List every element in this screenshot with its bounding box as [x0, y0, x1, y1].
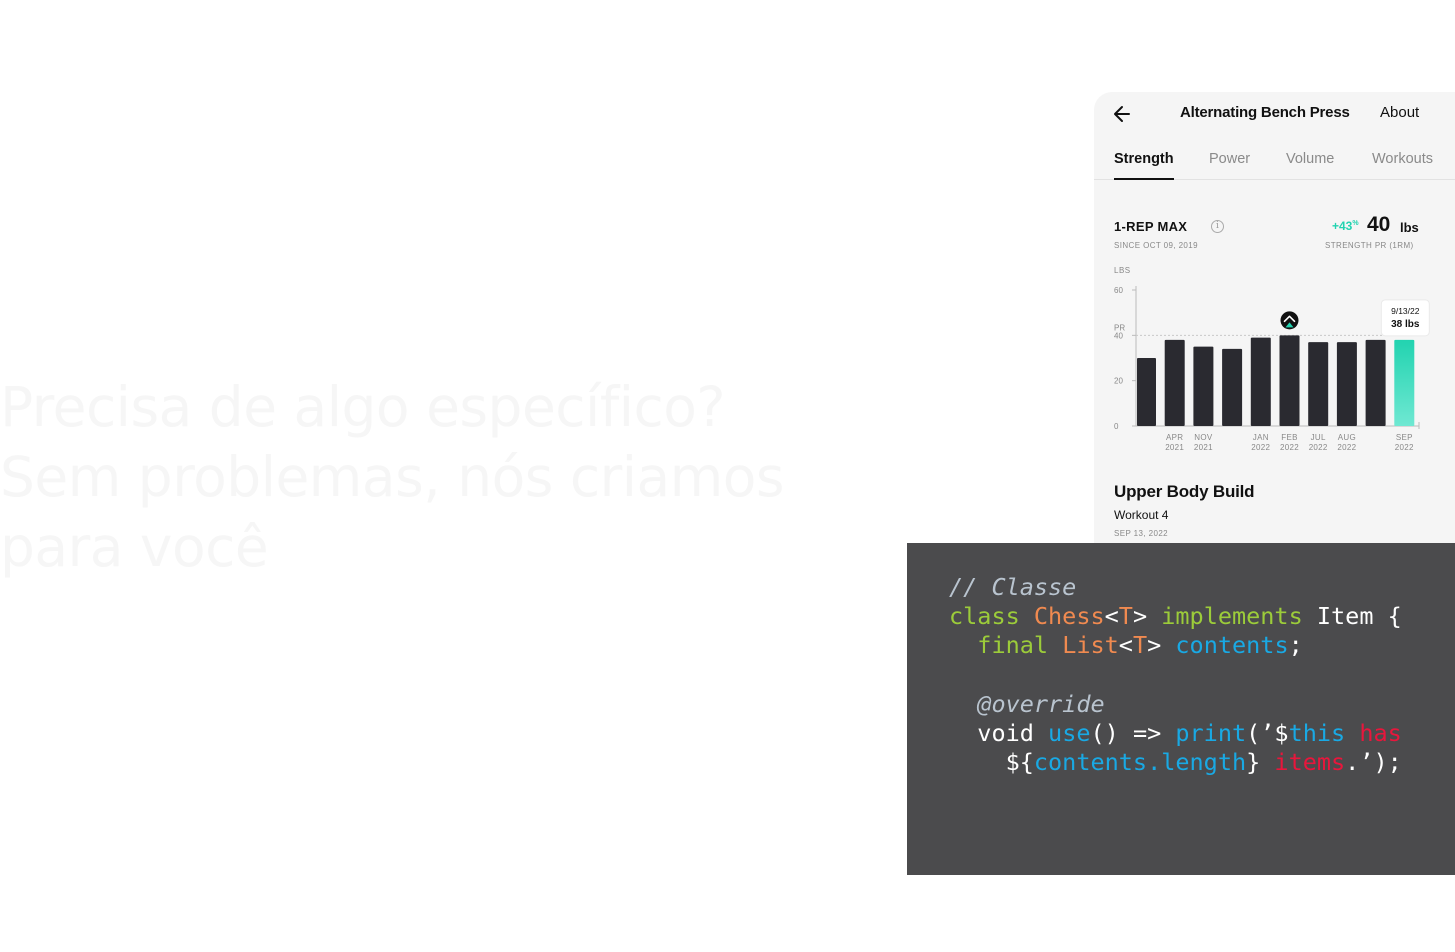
x-tick-month: JUL: [1311, 433, 1326, 442]
app-header: Alternating Bench Press About: [1094, 92, 1455, 136]
y-tick-label: 40: [1114, 331, 1123, 340]
x-tick-year: 2022: [1251, 443, 1270, 452]
about-link[interactable]: About: [1380, 104, 1419, 121]
code-line: void use() => print(’$this has: [949, 719, 1402, 748]
chart-bar: [1193, 346, 1214, 426]
hero-headline: Precisa de algo específico? Sem problema…: [0, 372, 860, 582]
x-tick-month: APR: [1166, 433, 1183, 442]
code-line: ${contents.length} items.’);: [949, 748, 1402, 777]
strength-pr-label: STRENGTH PR (1RM): [1325, 241, 1414, 250]
x-tick-year: 2021: [1165, 443, 1184, 452]
x-tick-month: FEB: [1281, 433, 1297, 442]
chart-bar: [1279, 335, 1300, 426]
tooltip-date: 9/13/22: [1391, 306, 1420, 316]
chart-bar: [1164, 339, 1185, 426]
chart-bar: [1308, 342, 1329, 426]
x-tick-month: SEP: [1396, 433, 1413, 442]
tab-strength[interactable]: Strength: [1114, 151, 1174, 167]
x-tick-year: 2022: [1395, 443, 1414, 452]
chart-bar: [1336, 342, 1357, 426]
chart-bar: [1250, 337, 1271, 426]
one-rep-max-unit: lbs: [1400, 220, 1419, 235]
strength-bar-chart: LBS0204060PRAPR2021NOV2021JAN2022FEB2022…: [1114, 266, 1430, 452]
one-rep-max-value: 40: [1367, 213, 1391, 236]
chart-bar: [1222, 348, 1243, 426]
code-snippet-panel: // Classe class Chess<T> implements Item…: [907, 543, 1455, 875]
back-arrow-icon[interactable]: [1112, 102, 1132, 126]
tab-bar: Strength Power Volume Workouts: [1094, 142, 1455, 180]
x-tick-year: 2022: [1280, 443, 1299, 452]
tab-power[interactable]: Power: [1209, 151, 1250, 167]
exercise-title: Alternating Bench Press: [1180, 104, 1350, 121]
x-tick-month: NOV: [1194, 433, 1213, 442]
workout-subtitle: Workout 4: [1114, 508, 1169, 522]
workout-date: SEP 13, 2022: [1114, 529, 1169, 538]
hero-line: Sem problemas, nós criamos: [0, 445, 785, 509]
tab-workouts[interactable]: Workouts: [1372, 151, 1433, 167]
hero-line: para você: [0, 515, 269, 579]
workout-title[interactable]: Upper Body Build: [1114, 482, 1255, 502]
x-tick-month: AUG: [1338, 433, 1356, 442]
chart-bar: [1394, 339, 1415, 426]
code-line: // Classe: [949, 573, 1077, 601]
y-tick-label: 60: [1114, 286, 1123, 295]
y-tick-label: 20: [1114, 377, 1123, 386]
since-date: SINCE OCT 09, 2019: [1114, 241, 1198, 250]
x-tick-year: 2022: [1309, 443, 1328, 452]
one-rep-max-label: 1-REP MAX: [1114, 219, 1188, 234]
code-line: final List<T> contents;: [977, 631, 1303, 660]
y-axis-label: LBS: [1114, 266, 1131, 275]
info-icon[interactable]: i: [1211, 220, 1224, 233]
exercise-detail-screen: Alternating Bench Press About Strength P…: [1094, 92, 1455, 562]
hero-line: Precisa de algo específico?: [0, 375, 726, 439]
x-tick-month: JAN: [1253, 433, 1269, 442]
percent-change: +43%: [1332, 219, 1359, 233]
code-line: @override: [949, 689, 1105, 718]
pr-axis-label: PR: [1114, 323, 1125, 332]
x-tick-year: 2021: [1194, 443, 1213, 452]
chart-bar: [1137, 358, 1156, 426]
x-tick-year: 2022: [1337, 443, 1356, 452]
chart-bar: [1365, 339, 1386, 426]
tab-volume[interactable]: Volume: [1286, 151, 1334, 167]
tooltip-value: 38 lbs: [1391, 319, 1420, 330]
code-line: class Chess<T> implements Item {: [949, 602, 1402, 631]
code-block: // Classe class Chess<T> implements Item…: [949, 573, 1402, 777]
active-tab-indicator: [1114, 178, 1174, 180]
y-tick-label: 0: [1114, 422, 1119, 431]
